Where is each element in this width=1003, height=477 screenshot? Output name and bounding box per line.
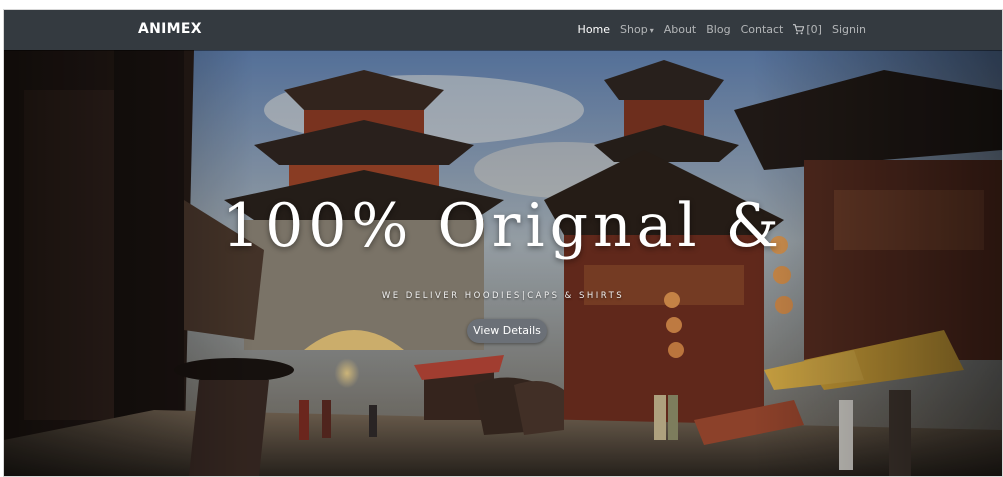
view-details-button[interactable]: View Details xyxy=(467,319,547,343)
nav-contact[interactable]: Contact xyxy=(741,23,784,36)
nav-about[interactable]: About xyxy=(664,23,697,36)
nav-shop[interactable]: Shop ▾ xyxy=(620,23,654,36)
dropdown-caret-icon: ▾ xyxy=(649,26,654,35)
nav-menu: Home Shop ▾ About Blog Contact [0] Signin xyxy=(578,23,866,36)
nav-blog[interactable]: Blog xyxy=(706,23,730,36)
navbar: ANIMEX Home Shop ▾ About Blog Contact [0]… xyxy=(4,10,1002,50)
nav-signin[interactable]: Signin xyxy=(832,23,866,36)
nav-shop-label: Shop xyxy=(620,23,648,36)
hero-tagline: WE DELIVER HOODIES|CAPS & SHIRTS xyxy=(381,291,625,301)
nav-cart[interactable]: [0] xyxy=(793,23,822,36)
cart-count: [0] xyxy=(806,23,822,36)
browser-viewport: ANIMEX Home Shop ▾ About Blog Contact [0]… xyxy=(3,9,1003,477)
cart-icon xyxy=(793,24,805,35)
hero-headline: 100% Orignal & xyxy=(221,191,785,261)
brand-logo[interactable]: ANIMEX xyxy=(138,21,202,37)
hero-banner: 100% Orignal & WE DELIVER HOODIES|CAPS &… xyxy=(4,50,1002,476)
nav-home[interactable]: Home xyxy=(578,23,610,36)
